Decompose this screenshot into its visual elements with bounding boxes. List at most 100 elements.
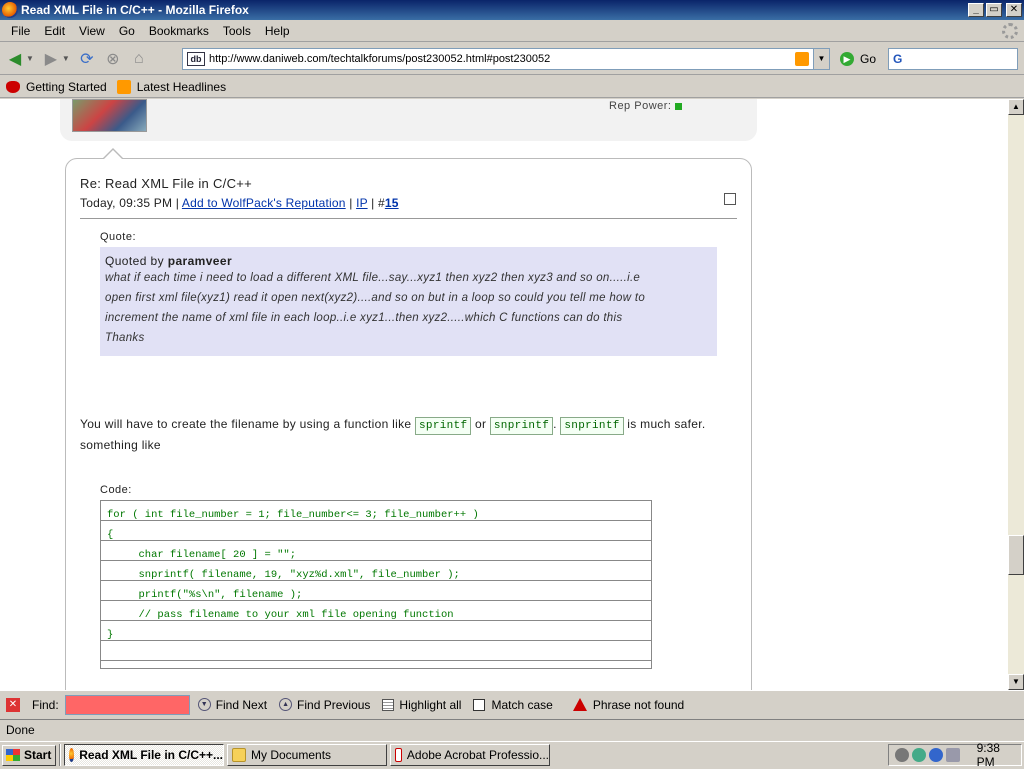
match-case-label: Match case	[491, 697, 553, 712]
forward-button[interactable]: ▶	[40, 48, 62, 70]
quote-label: Quote:	[100, 231, 137, 243]
code-line: char filename[ 20 ] = "";	[101, 541, 651, 561]
rss-feed-icon[interactable]	[795, 52, 809, 66]
go-arrow-icon: ▶	[840, 52, 854, 66]
inline-code: sprintf	[415, 417, 472, 435]
find-close-icon[interactable]: ✕	[6, 697, 20, 712]
quote-author: paramveer	[167, 254, 233, 268]
quote-by-prefix: Quoted by	[105, 254, 164, 268]
close-button[interactable]: ✕	[1006, 3, 1022, 17]
reload-button[interactable]: ⟳	[76, 48, 98, 70]
code-line: for ( int file_number = 1; file_number<=…	[101, 501, 651, 521]
scroll-down-button[interactable]: ▼	[1008, 674, 1024, 690]
code-line: snprintf( filename, 19, "xyz%d.xml", fil…	[101, 561, 651, 581]
taskbar-item-firefox[interactable]: Read XML File in C/C++...	[64, 744, 224, 766]
code-line: {	[101, 521, 651, 541]
address-input[interactable]: http://www.daniweb.com/techtalkforums/po…	[209, 53, 795, 65]
add-reputation-link[interactable]: Add to WolfPack's Reputation	[182, 196, 346, 210]
scroll-thumb[interactable]	[1008, 535, 1024, 575]
bookmark-latest-headlines[interactable]: Latest Headlines	[116, 79, 226, 94]
quote-line: open first xml file(xyz1) read it open n…	[105, 292, 646, 304]
find-previous-button[interactable]: ▲ Find Previous	[279, 698, 370, 712]
window-titlebar: Read XML File in C/C++ - Mozilla Firefox…	[0, 0, 1024, 20]
firefox-icon	[69, 748, 75, 762]
multi-quote-checkbox[interactable]	[724, 193, 736, 205]
tray-display-icon[interactable]	[945, 748, 960, 762]
search-box[interactable]: G	[888, 48, 1018, 70]
site-favicon-icon: db	[187, 52, 205, 66]
status-bar: Done	[0, 719, 1024, 740]
taskbar-item-label: Read XML File in C/C++...	[79, 748, 223, 762]
menu-tools[interactable]: Tools	[216, 24, 258, 38]
code-line	[101, 641, 651, 661]
forward-dropdown-icon[interactable]: ▼	[62, 54, 70, 63]
stop-icon: ⊗	[106, 50, 120, 68]
user-avatar	[72, 99, 147, 132]
menu-help[interactable]: Help	[258, 24, 297, 38]
taskbar-item-my-documents[interactable]: My Documents	[227, 744, 387, 766]
post-time: Today, 09:35 PM	[80, 196, 173, 210]
quote-block: Quoted by paramveer what if each time i …	[100, 247, 717, 356]
stop-button[interactable]: ⊗	[102, 48, 124, 70]
tray-app-icon[interactable]	[895, 748, 909, 762]
find-bar: ✕ Find: ▼ Find Next ▲ Find Previous High…	[0, 690, 1024, 718]
bookmark-getting-started[interactable]: Getting Started	[6, 80, 107, 94]
quote-attribution: Quoted by paramveer	[105, 254, 712, 268]
post-title: Re: Read XML File in C/C++	[80, 176, 253, 191]
forward-arrow-icon: ▶	[44, 50, 58, 68]
inline-code: snprintf	[560, 417, 624, 435]
highlight-icon	[382, 698, 395, 711]
minimize-button[interactable]: _	[968, 3, 984, 17]
checkbox-icon	[473, 698, 486, 711]
highlight-all-button[interactable]: Highlight all	[382, 698, 461, 712]
ip-link[interactable]: IP	[356, 196, 368, 210]
find-input[interactable]	[64, 694, 190, 715]
match-case-checkbox[interactable]: Match case	[473, 697, 553, 712]
vertical-scrollbar[interactable]: ▲ ▼	[1008, 99, 1024, 690]
firefox-bookmark-icon	[6, 80, 20, 93]
quote-line: increment the name of xml file in each l…	[105, 312, 623, 324]
address-bar[interactable]: db http://www.daniweb.com/techtalkforums…	[182, 48, 830, 70]
maximize-button[interactable]: ▭	[986, 3, 1002, 17]
menu-bookmarks[interactable]: Bookmarks	[142, 24, 216, 38]
code-line: // pass filename to your xml file openin…	[101, 601, 651, 621]
bookmarks-toolbar: Getting Started Latest Headlines	[0, 76, 1024, 98]
home-button[interactable]: ⌂	[128, 48, 150, 70]
back-dropdown-icon[interactable]: ▼	[26, 54, 34, 63]
taskbar-item-acrobat[interactable]: Adobe Acrobat Professio...	[390, 744, 550, 766]
navigation-toolbar: ◀ ▼ ▶ ▼ ⟳ ⊗ ⌂ db http://www.daniweb.com/…	[0, 43, 1024, 75]
find-next-button[interactable]: ▼ Find Next	[197, 698, 267, 712]
system-tray: 9:38 PM	[888, 741, 1022, 769]
start-label: Start	[24, 748, 52, 762]
windows-taskbar: Start Read XML File in C/C++... My Docum…	[0, 741, 1024, 769]
status-text: Done	[6, 723, 35, 737]
back-arrow-icon: ◀	[8, 50, 22, 68]
go-label: Go	[860, 52, 877, 66]
home-icon: ⌂	[134, 49, 144, 67]
clock: 9:38 PM	[976, 741, 1000, 769]
taskbar-item-label: Adobe Acrobat Professio...	[406, 748, 549, 762]
post-pointer-fill	[104, 150, 122, 159]
tray-network-icon[interactable]	[911, 748, 926, 762]
address-dropdown-button[interactable]: ▼	[813, 49, 829, 69]
bookmark-label: Getting Started	[26, 79, 107, 94]
rep-power: Rep Power:	[609, 100, 683, 112]
scroll-up-button[interactable]: ▲	[1008, 99, 1024, 115]
tray-bluetooth-icon[interactable]	[928, 748, 943, 762]
find-status-text: Phrase not found	[592, 697, 685, 712]
back-button[interactable]: ◀	[4, 48, 26, 70]
menu-bar: File Edit View Go Bookmarks Tools Help	[0, 20, 1024, 42]
google-search-icon[interactable]: G	[893, 52, 909, 66]
menu-edit[interactable]: Edit	[37, 24, 72, 38]
inline-code: snprintf	[489, 417, 554, 435]
menu-view[interactable]: View	[72, 24, 112, 38]
menu-go[interactable]: Go	[112, 24, 142, 38]
taskbar-separator	[59, 744, 61, 766]
post-number-link[interactable]: 15	[385, 196, 399, 210]
code-label: Code:	[100, 484, 132, 496]
live-bookmark-icon	[116, 79, 131, 94]
code-block: for ( int file_number = 1; file_number<=…	[100, 500, 652, 669]
go-button[interactable]: ▶ Go	[840, 52, 876, 66]
menu-file[interactable]: File	[4, 24, 37, 38]
start-button[interactable]: Start	[2, 744, 56, 766]
